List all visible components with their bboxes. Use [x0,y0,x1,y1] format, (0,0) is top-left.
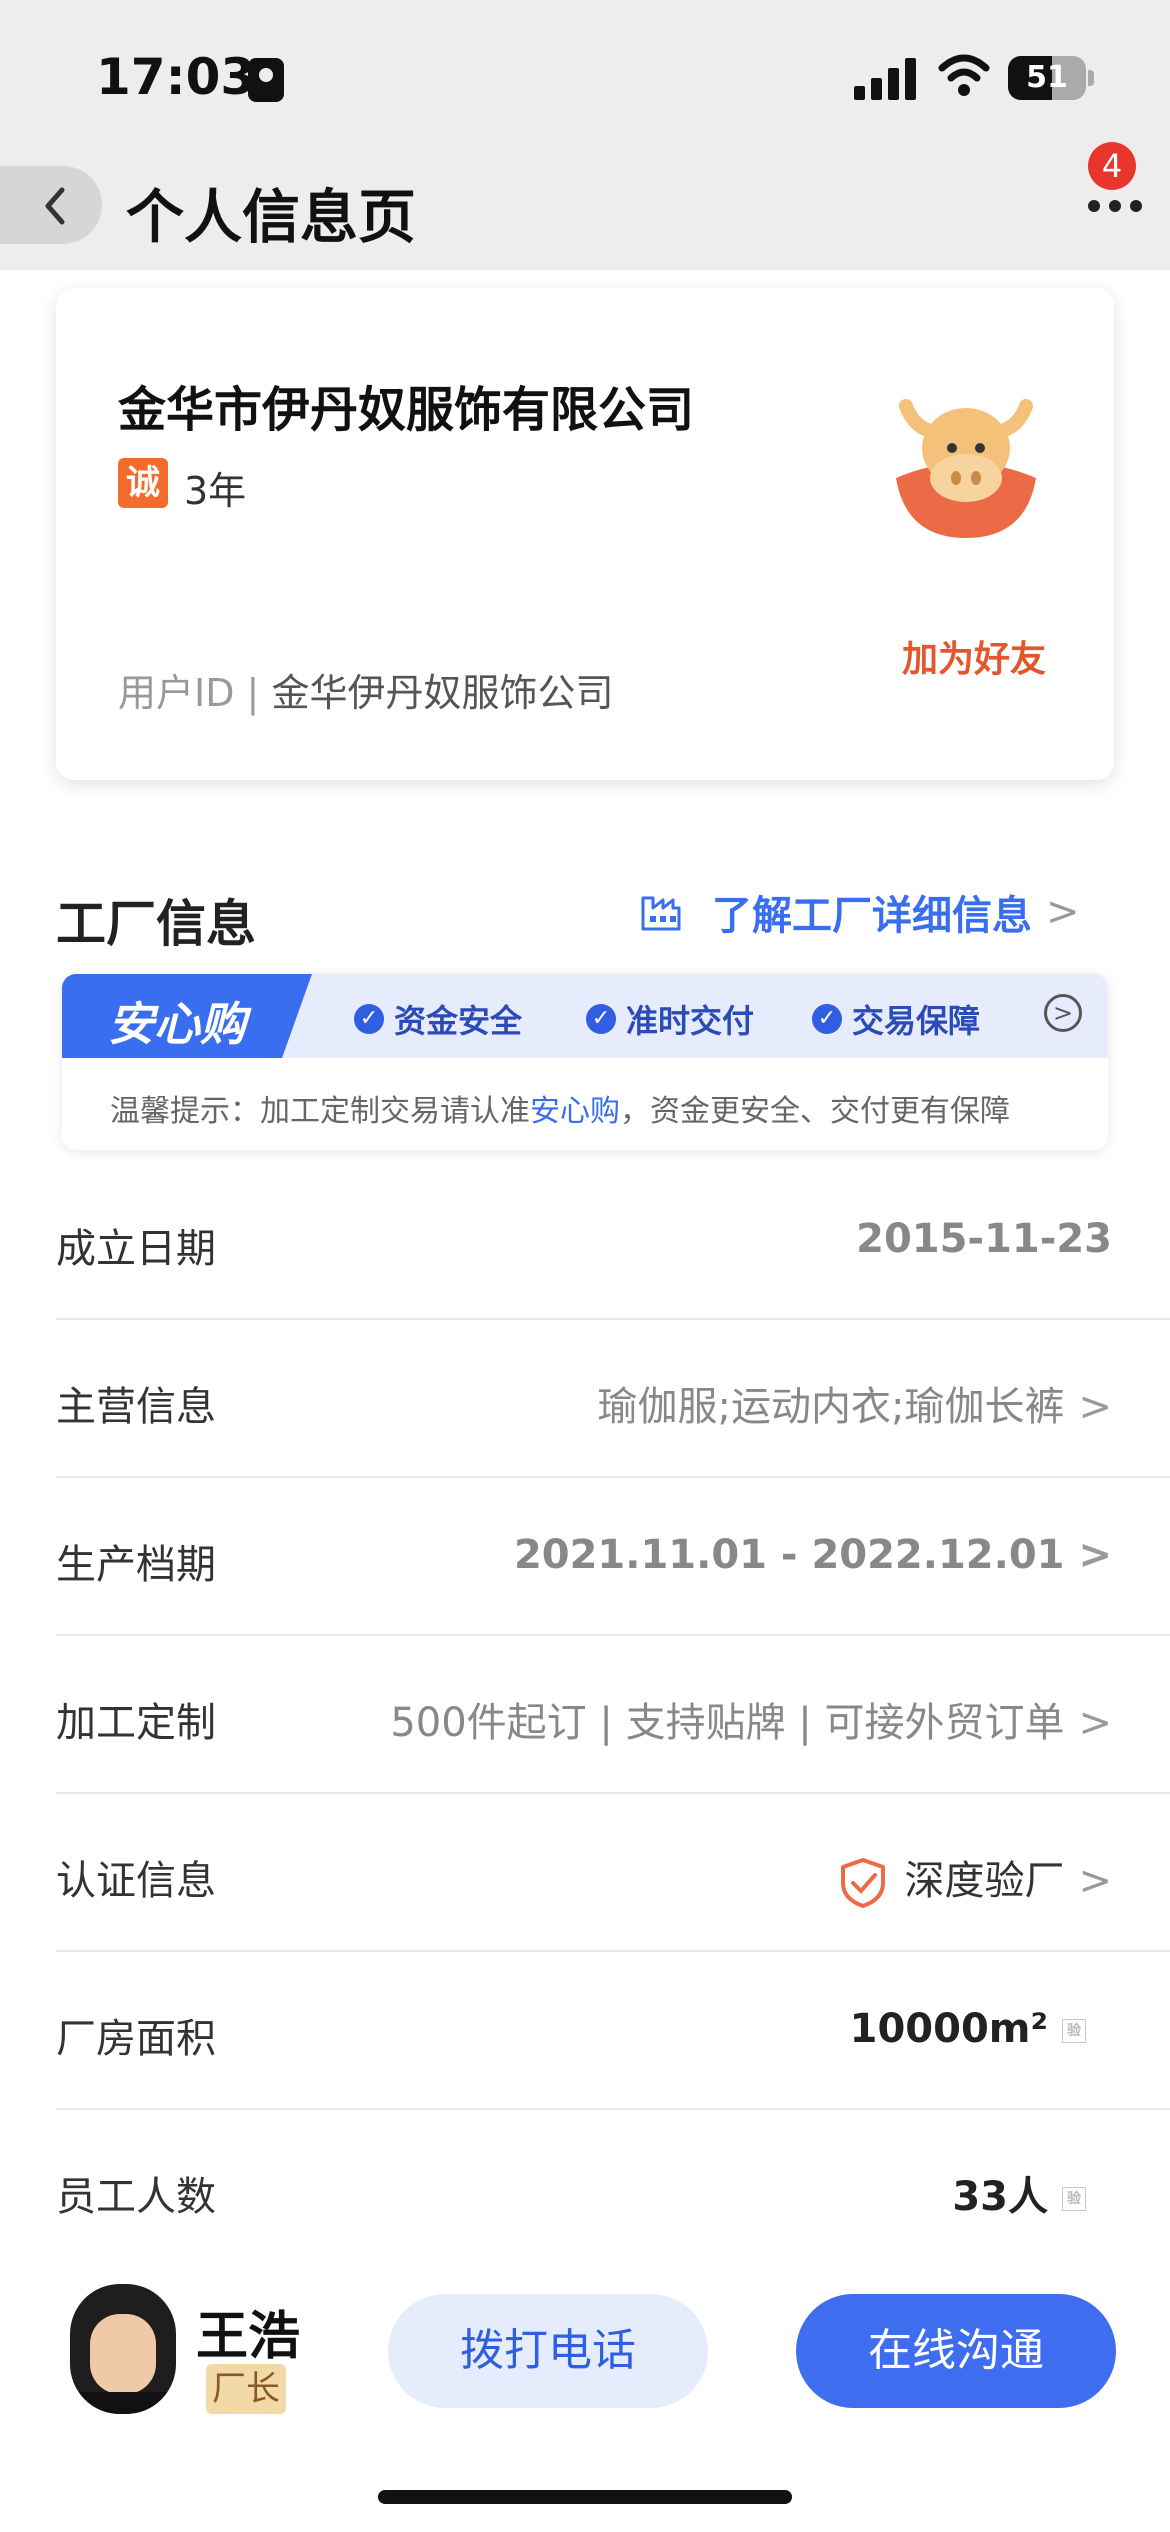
tip-suffix: ，资金更安全、交付更有保障 [620,1094,1010,1129]
user-id: 用户ID | 金华伊丹奴服饰公司 [118,662,613,717]
membership-years: 3年 [184,469,247,513]
add-friend-button[interactable]: 加为好友 [902,630,1046,682]
row-label: 成立日期 [56,1226,216,1272]
guarantee-label: 交易保障 [852,1002,981,1040]
tip-highlight: 安心购 [530,1094,620,1129]
factory-detail-link[interactable]: 了解工厂详细信息 > [640,872,1120,952]
contact-card-icon [248,58,284,102]
company-name: 金华市伊丹奴服饰有限公司 [118,382,695,438]
battery-tip [1088,70,1094,86]
shield-check-icon [841,1858,886,1908]
company-card: 金华市伊丹奴服饰有限公司 诚 3年 加为好友 用户ID | 金华伊丹奴服饰公司 [56,288,1114,780]
row-label: 员工人数 [56,2174,216,2220]
check-circle-icon: ✓ [586,1004,616,1034]
guarantee-label: 准时交付 [626,1002,755,1040]
row-value: 33人验 [952,2164,1086,2222]
check-circle-icon: ✓ [812,1004,842,1034]
tip-prefix: 温馨提示：加工定制交易请认准 [110,1094,530,1129]
row-label: 认证信息 [56,1858,216,1904]
row-label: 生产档期 [56,1542,216,1588]
circle-chevron-right-icon[interactable]: > [1044,994,1082,1032]
chevron-right-icon: > [1078,1384,1112,1430]
battery-icon: 51 [1008,56,1086,100]
chevron-right-icon: > [1078,1858,1112,1904]
assurance-tip: 温馨提示：加工定制交易请认准安心购，资金更安全、交付更有保障 [110,1086,1010,1130]
guarantee-item: ✓ 准时交付 [586,996,754,1042]
info-row-main-business[interactable]: 主营信息 瑜伽服;运动内衣;瑜伽长裤 > [56,1318,1170,1478]
info-row-production-schedule[interactable]: 生产档期 2021.11.01 - 2022.12.01 > [56,1476,1170,1636]
role-badge: 厂长 [206,2364,286,2414]
guarantee-item: ✓ 交易保障 [812,996,980,1042]
guarantee-label: 资金安全 [394,1002,523,1040]
trust-badge-icon: 诚 [118,458,168,508]
row-value: 2015-11-23 [856,1216,1112,1262]
row-label: 主营信息 [56,1384,216,1430]
chevron-right-icon: > [1046,889,1080,935]
row-value: 500件起订 | 支持贴牌 | 可接外贸订单 > [390,1700,1112,1746]
more-options-button[interactable] [1080,190,1150,220]
row-value: 2021.11.01 - 2022.12.01 > [513,1532,1112,1578]
user-id-label: 用户ID | [118,671,260,715]
call-button[interactable]: 拨打电话 [388,2294,708,2408]
verified-icon: 验 [1062,2187,1086,2211]
guarantee-item: ✓ 资金安全 [354,996,522,1042]
verified-icon: 验 [1062,2019,1086,2043]
user-id-value: 金华伊丹奴服饰公司 [271,671,614,715]
info-row-certification[interactable]: 认证信息 深度验厂 > [56,1792,1170,1952]
notification-badge: 4 [1088,142,1136,190]
factory-detail-link-label: 了解工厂详细信息 [712,893,1032,939]
row-value: 10000m² 验 [850,2006,1086,2052]
avatar[interactable] [70,2284,176,2414]
bull-mascot-avatar [896,399,1036,538]
info-row-customization[interactable]: 加工定制 500件起订 | 支持贴牌 | 可接外贸订单 > [56,1634,1170,1794]
assurance-banner[interactable]: 安心购 ✓ 资金安全 ✓ 准时交付 ✓ 交易保障 > 温馨提示：加工定制交易请认… [62,974,1108,1150]
cellular-signal-icon [854,56,916,100]
anxin-logo-text: 安心购 [108,997,246,1051]
battery-level: 51 [1026,60,1068,95]
info-row-established: 成立日期 2015-11-23 [56,1160,1170,1320]
info-row-factory-area: 厂房面积 10000m² 验 [56,1950,1170,2110]
wifi-icon [938,54,990,96]
status-bar: 17:03 51 个人信息页 4 [0,0,1170,270]
row-value: 深度验厂 > [838,1848,1112,1909]
home-indicator[interactable] [378,2490,792,2504]
row-label: 加工定制 [56,1700,216,1746]
back-button[interactable] [0,166,102,244]
check-circle-icon: ✓ [354,1004,384,1034]
info-row-staff-count: 员工人数 33人验 [56,2108,1170,2266]
chat-button[interactable]: 在线沟通 [796,2294,1116,2408]
contact-name: 王浩 [196,2307,301,2367]
page-title: 个人信息页 [126,183,417,251]
clock-time: 17:03 [96,48,256,106]
row-label: 厂房面积 [56,2016,216,2062]
chevron-right-icon: > [1078,1532,1112,1578]
anxin-logo: 安心购 [62,974,312,1058]
chevron-left-icon [45,187,65,225]
factory-icon [641,896,681,931]
chevron-right-icon: > [1078,1700,1112,1746]
section-title-factory: 工厂信息 [56,895,256,953]
row-value: 瑜伽服;运动内衣;瑜伽长裤 > [597,1384,1112,1430]
